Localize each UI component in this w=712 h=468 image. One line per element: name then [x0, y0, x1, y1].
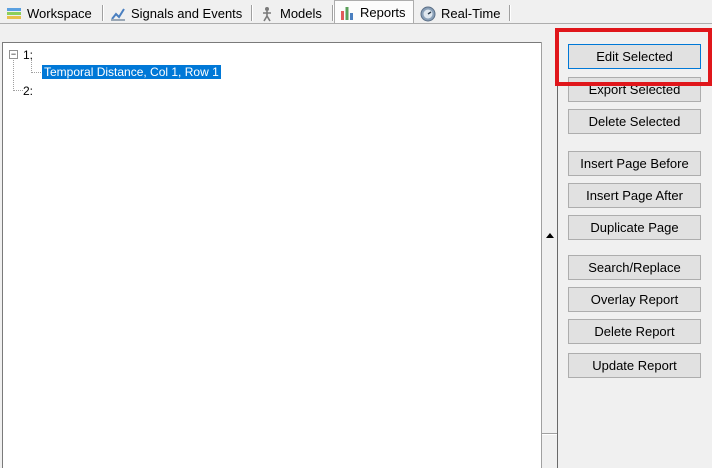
delete-report-button[interactable]: Delete Report: [568, 319, 701, 344]
tab-label: Signals and Events: [131, 6, 243, 21]
insert-page-before-button[interactable]: Insert Page Before: [568, 151, 701, 176]
workspace-icon: [7, 7, 21, 19]
edit-selected-button[interactable]: Edit Selected: [568, 44, 701, 69]
duplicate-page-button[interactable]: Duplicate Page: [568, 215, 701, 240]
search-replace-button[interactable]: Search/Replace: [568, 255, 701, 280]
tab-reports[interactable]: Reports: [334, 0, 414, 24]
tab-label: Reports: [360, 5, 406, 20]
tab-label: Models: [280, 6, 322, 21]
tab-signals-and-events[interactable]: Signals and Events: [104, 3, 253, 24]
panel-splitter[interactable]: [541, 42, 558, 468]
tab-strip-border: [0, 23, 712, 24]
tab-strip: Workspace Signals and Events Models Repo…: [0, 0, 712, 24]
signals-icon: [111, 7, 125, 21]
window: Workspace Signals and Events Models Repo…: [0, 0, 712, 468]
delete-selected-button[interactable]: Delete Selected: [568, 109, 701, 134]
tree-connector: [13, 60, 14, 91]
tab-workspace[interactable]: Workspace: [0, 3, 104, 24]
tab-models[interactable]: Models: [253, 3, 334, 24]
sidebar-divider: [557, 42, 558, 468]
update-report-button[interactable]: Update Report: [568, 353, 701, 378]
tree-connector: [31, 72, 41, 73]
tab-real-time[interactable]: Real-Time: [414, 3, 511, 24]
reports-icon: [341, 6, 353, 20]
tree-node-selected-item[interactable]: Temporal Distance, Col 1, Row 1: [41, 64, 222, 80]
tab-separator: [509, 5, 511, 21]
collapse-arrow-icon[interactable]: [546, 233, 554, 238]
splitter-grip[interactable]: [542, 433, 558, 435]
report-tree[interactable]: − 1: Temporal Distance, Col 1, Row 1 2:: [2, 42, 558, 468]
tree-node-page-1[interactable]: 1:: [23, 48, 33, 62]
tree-connector: [13, 90, 23, 91]
collapse-icon[interactable]: −: [9, 50, 18, 59]
overlay-report-button[interactable]: Overlay Report: [568, 287, 701, 312]
insert-page-after-button[interactable]: Insert Page After: [568, 183, 701, 208]
export-selected-button[interactable]: Export Selected: [568, 77, 701, 102]
tab-label: Workspace: [27, 6, 92, 21]
tree-node-page-2[interactable]: 2:: [23, 84, 33, 98]
models-icon: [263, 6, 271, 21]
realtime-icon: [420, 6, 436, 21]
tab-label: Real-Time: [441, 6, 501, 21]
